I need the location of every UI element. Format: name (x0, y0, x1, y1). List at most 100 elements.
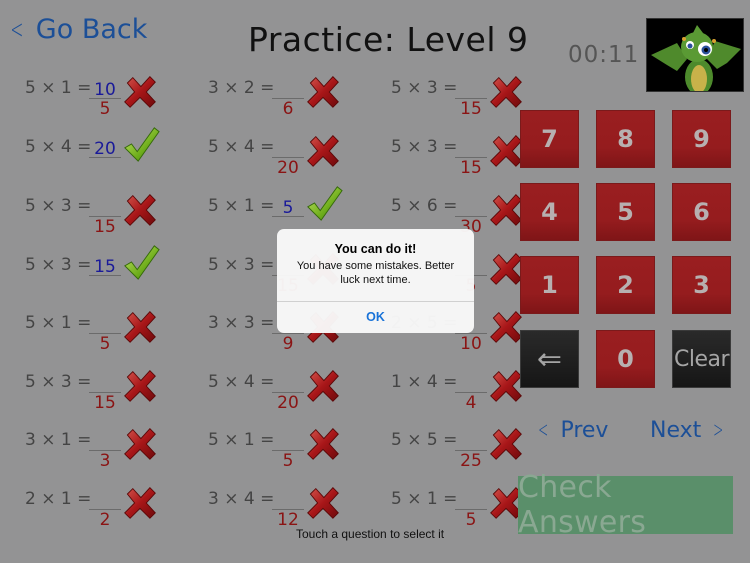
question-item[interactable]: 5 × 1 = 10 5 (25, 70, 165, 120)
question-item[interactable]: 3 × 2 = 6 (208, 70, 348, 120)
key-4[interactable]: 4 (520, 183, 579, 241)
question-equation: 3 × 2 = (208, 78, 275, 98)
correct-answer: 10 (460, 334, 482, 354)
key-8[interactable]: 8 (596, 110, 655, 168)
correct-answer: 20 (277, 393, 299, 413)
key-label: 0 (617, 345, 634, 373)
correct-answer: 3 (99, 451, 111, 471)
cross-icon (488, 192, 524, 228)
correct-answer: 5 (99, 334, 111, 354)
question-item[interactable]: 3 × 1 = 3 (25, 422, 165, 472)
key-3[interactable]: 3 (672, 256, 731, 314)
cross-icon (488, 309, 524, 345)
key-label: 9 (693, 125, 710, 153)
question-item[interactable]: 5 × 5 = 25 (391, 422, 531, 472)
question-equation: 5 × 1 = (25, 313, 92, 333)
correct-answer: 6 (282, 99, 294, 119)
dragon-mascot-image (646, 18, 744, 92)
chevron-left-icon: < (538, 418, 549, 443)
given-answer: 5 (282, 198, 294, 218)
cross-icon (488, 426, 524, 462)
clear-button[interactable]: Clear (672, 330, 731, 388)
question-item[interactable]: 5 × 4 = 20 (208, 129, 348, 179)
key-0[interactable]: 0 (596, 330, 655, 388)
checkmark-icon (122, 243, 160, 280)
question-item[interactable]: 5 × 4 = 20 (25, 127, 165, 179)
question-item[interactable]: 5 × 1 = 5 (391, 481, 531, 531)
correct-answer: 2 (99, 510, 111, 530)
question-item[interactable]: 5 × 3 =15 (391, 129, 531, 179)
key-5[interactable]: 5 (596, 183, 655, 241)
question-item[interactable]: 5 × 1 = 5 (208, 422, 348, 472)
correct-answer: 15 (94, 217, 116, 237)
alert-ok-button[interactable]: OK (277, 301, 474, 333)
question-item[interactable]: 5 × 1 = 5 (25, 305, 165, 355)
given-answer: 10 (94, 80, 116, 100)
go-back-button[interactable]: < Go Back (6, 14, 147, 45)
question-equation: 5 × 3 = (391, 137, 458, 157)
correct-answer: 5 (99, 99, 111, 119)
given-answer: 20 (94, 139, 116, 159)
key-label: Clear (673, 346, 730, 372)
key-label: 4 (541, 198, 558, 226)
page-title: Practice: Level 9 (248, 20, 529, 59)
correct-answer: 15 (460, 99, 482, 119)
prev-button[interactable]: < Prev (534, 418, 608, 443)
question-equation: 5 × 1 = (391, 489, 458, 509)
key-label: 2 (617, 271, 634, 299)
go-back-label: Go Back (35, 14, 148, 45)
question-equation: 5 × 6 = (391, 196, 458, 216)
question-equation: 5 × 1 = (208, 430, 275, 450)
question-item[interactable]: 2 × 1 = 2 (25, 481, 165, 531)
key-7[interactable]: 7 (520, 110, 579, 168)
hint-text: Touch a question to select it (296, 527, 445, 541)
next-button[interactable]: Next > (650, 418, 728, 443)
key-9[interactable]: 9 (672, 110, 731, 168)
key-label: 7 (541, 125, 558, 153)
chevron-left-icon: < (10, 14, 24, 45)
correct-answer: 4 (465, 393, 477, 413)
question-item[interactable]: 5 × 3 =15 (391, 70, 531, 120)
alert-message: You have some mistakes. Better luck next… (296, 260, 455, 286)
cross-icon (305, 74, 341, 110)
cross-icon (488, 74, 524, 110)
question-item[interactable]: 1 × 4 = 4 (391, 364, 531, 414)
cross-icon (488, 251, 524, 287)
key-label: 6 (693, 198, 710, 226)
alert-dialog: You can do it! You have some mistakes. B… (277, 229, 474, 333)
question-equation: 3 × 3 = (208, 313, 275, 333)
next-label: Next (650, 418, 702, 443)
key-label: 8 (617, 125, 634, 153)
key-2[interactable]: 2 (596, 256, 655, 314)
question-equation: 2 × 1 = (25, 489, 92, 509)
question-item[interactable]: 5 × 3 =15 (25, 364, 165, 414)
question-equation: 5 × 1 = (25, 78, 92, 98)
question-equation: 5 × 4 = (208, 137, 275, 157)
question-item[interactable]: 3 × 4 = 12 (208, 481, 348, 531)
check-answers-button[interactable]: Check Answers (518, 470, 733, 540)
correct-answer: 5 (282, 451, 294, 471)
key-6[interactable]: 6 (672, 183, 731, 241)
question-equation: 5 × 3 = (208, 255, 275, 275)
backspace-button[interactable]: ⇐ (520, 330, 579, 388)
question-equation: 5 × 4 = (208, 372, 275, 392)
cross-icon (122, 74, 158, 110)
cross-icon (122, 368, 158, 404)
cross-icon (122, 485, 158, 521)
key-1[interactable]: 1 (520, 256, 579, 314)
timer: 00:11 (568, 42, 640, 68)
cross-icon (122, 192, 158, 228)
question-equation: 5 × 3 = (25, 372, 92, 392)
cross-icon (488, 368, 524, 404)
question-item[interactable]: 5 × 3 =15 (25, 188, 165, 238)
question-equation: 5 × 3 = (25, 255, 92, 275)
question-equation: 5 × 5 = (391, 430, 458, 450)
correct-answer: 9 (282, 334, 294, 354)
question-item[interactable]: 5 × 3 =15 (25, 245, 165, 297)
key-label: 1 (541, 271, 558, 299)
alert-title: You can do it! (334, 242, 417, 256)
correct-answer: 20 (277, 158, 299, 178)
question-item[interactable]: 5 × 4 = 20 (208, 364, 348, 414)
checkmark-icon (122, 125, 160, 162)
cross-icon (305, 426, 341, 462)
